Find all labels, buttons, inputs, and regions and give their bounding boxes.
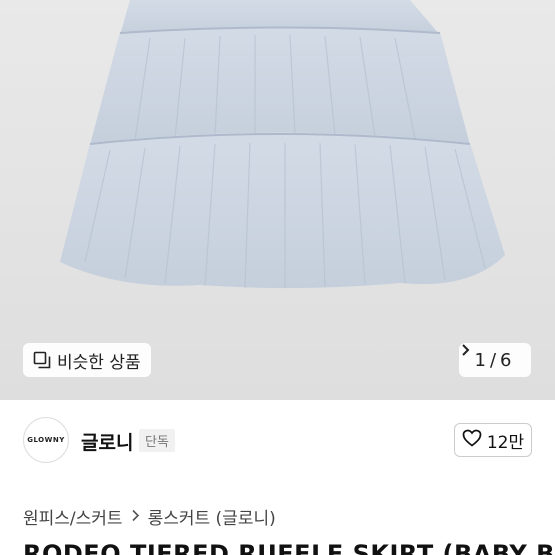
- seller-row: GLOWNY 글로니 단독 12만: [0, 400, 555, 480]
- heart-icon: [462, 429, 482, 452]
- like-count: 12만: [486, 432, 525, 453]
- page-separator: /: [489, 349, 497, 371]
- breadcrumb: 원피스/스커트 롱스커트 (글로니): [23, 504, 276, 529]
- similar-products-label: 비슷한 상품: [57, 352, 141, 373]
- exclusive-badge: 단독: [139, 429, 175, 452]
- product-image[interactable]: 비슷한 상품 1 / 6: [0, 0, 555, 400]
- seller-name[interactable]: 글로니: [81, 428, 133, 455]
- chevron-right-icon: [131, 507, 140, 526]
- like-button[interactable]: 12만: [454, 423, 532, 457]
- image-pager[interactable]: 1 / 6: [459, 343, 531, 377]
- current-page: 1: [474, 349, 486, 371]
- breadcrumb-category[interactable]: 원피스/스커트: [23, 504, 123, 529]
- copy-icon: [33, 351, 51, 369]
- total-pages: 6: [500, 349, 512, 371]
- seller-logo-text: GLOWNY: [27, 436, 65, 444]
- breadcrumb-subcategory[interactable]: 롱스커트 (글로니): [148, 504, 276, 529]
- skirt-photo: [60, 0, 505, 289]
- product-title: RODEO TIERED RUFFLE SKIRT (BABY B: [23, 540, 555, 555]
- similar-products-button[interactable]: 비슷한 상품: [23, 343, 151, 377]
- seller-avatar[interactable]: GLOWNY: [23, 417, 69, 463]
